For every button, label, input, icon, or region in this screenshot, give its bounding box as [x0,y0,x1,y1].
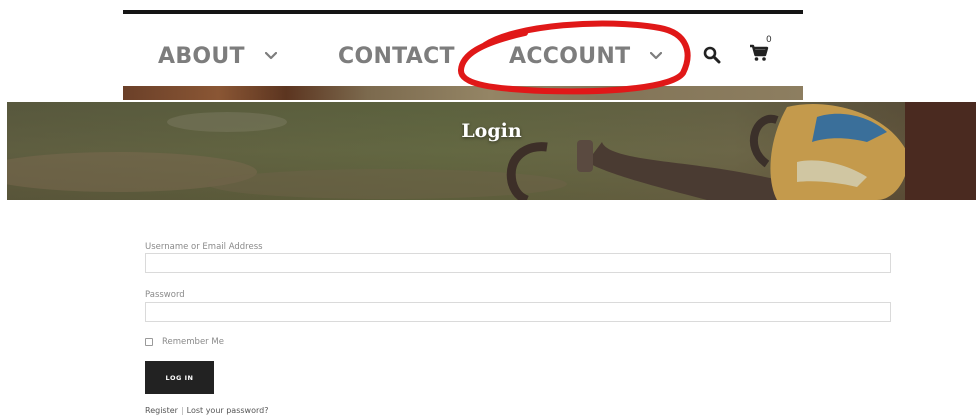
nav-item-account-label: ACCOUNT [509,44,631,69]
hero-background-image [7,102,976,200]
username-field[interactable] [145,253,891,273]
search-icon[interactable] [703,46,721,69]
nav-item-contact[interactable]: CONTACT [338,44,455,70]
nav-item-account[interactable]: ACCOUNT [509,41,663,70]
remember-me-row: Remember Me [145,337,224,347]
hero-banner: Login [7,102,976,200]
cart-icon[interactable] [749,44,769,67]
register-link[interactable]: Register [145,406,178,415]
header-photo-strip [123,86,803,100]
password-field[interactable] [145,302,891,322]
chevron-down-icon[interactable] [264,41,277,67]
link-separator: | [180,406,184,415]
lost-password-link[interactable]: Lost your password? [187,406,269,415]
login-button[interactable]: LOG IN [145,361,214,394]
nav-item-about[interactable]: ABOUT [158,44,277,70]
nav-item-about-label: ABOUT [158,44,245,69]
account-links: Register | Lost your password? [145,406,268,415]
username-label: Username or Email Address [145,242,263,252]
page-title: Login [461,120,522,142]
chevron-down-icon[interactable] [650,41,663,67]
main-navigation: ABOUT CONTACT ACCOUNT 0 [123,14,803,86]
nav-item-contact-label: CONTACT [338,44,455,69]
password-label: Password [145,290,185,300]
remember-me-label: Remember Me [162,337,224,347]
cart-count-badge: 0 [766,35,772,45]
site-header: ABOUT CONTACT ACCOUNT 0 [123,10,803,100]
remember-me-checkbox[interactable] [145,338,153,346]
